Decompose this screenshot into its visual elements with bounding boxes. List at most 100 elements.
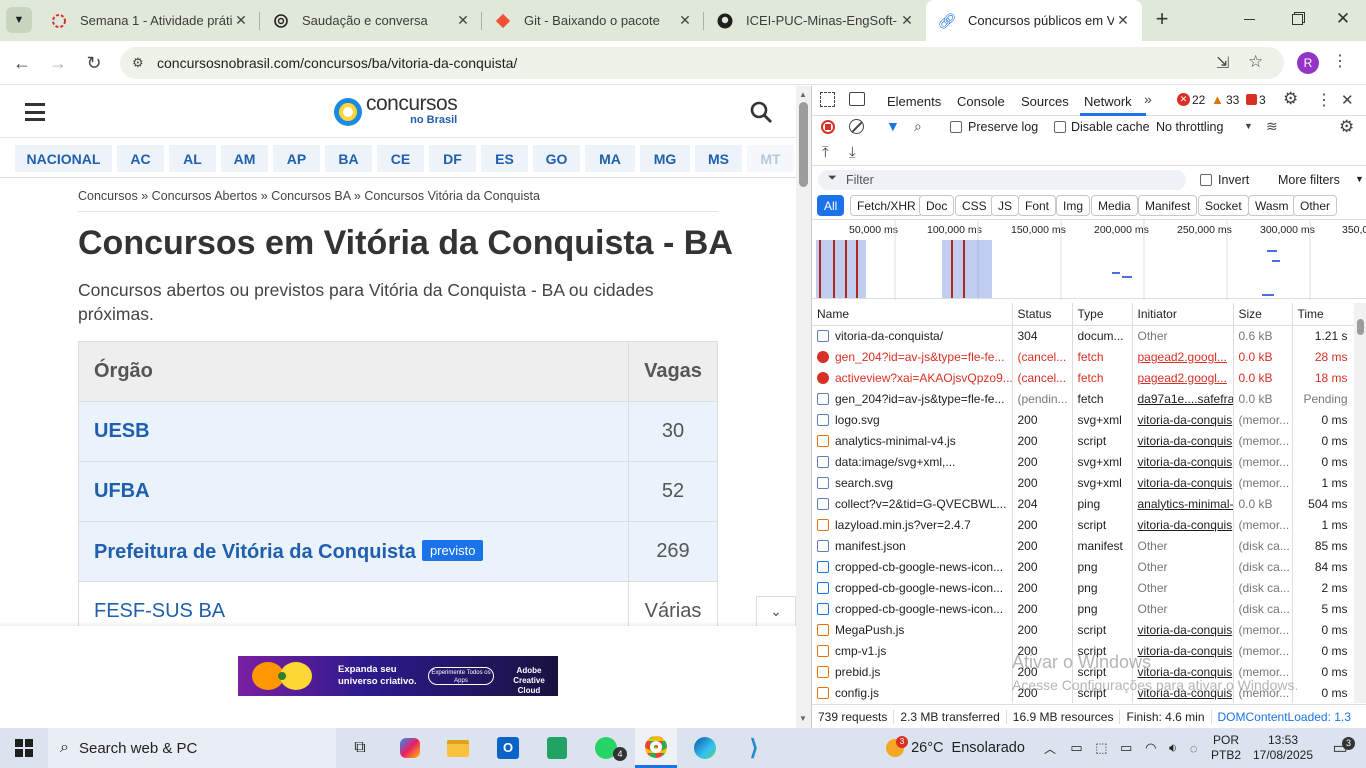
device-icon[interactable]: ⬚	[1095, 740, 1107, 756]
reload-button[interactable]: ↻	[80, 49, 108, 77]
filter-doc[interactable]: Doc	[919, 195, 955, 216]
table-row[interactable]: activeview?xai=AKAOjsvQpzo9... (cancel...…	[812, 367, 1355, 388]
tab-3[interactable]: Git - Baixando o pacote ✕	[482, 0, 704, 41]
table-row[interactable]: manifest.json 200 manifest Other (disk ca...…	[812, 535, 1355, 556]
scrollbar-thumb[interactable]	[799, 102, 808, 187]
device-toolbar-icon[interactable]	[849, 92, 865, 106]
network-settings-icon[interactable]: ⚙︎	[1339, 117, 1354, 137]
request-name[interactable]: gen_204?id=av-js&type=fle-fe...	[812, 346, 1013, 367]
filter-img[interactable]: Img	[1056, 195, 1091, 216]
request-name[interactable]: manifest.json	[812, 535, 1013, 556]
request-initiator[interactable]: Other	[1132, 556, 1234, 577]
weather-icon[interactable]: 3	[880, 728, 910, 768]
table-row[interactable]: data:image/svg+xml,... 200 svg+xml vitoria-…	[812, 451, 1355, 472]
state-go[interactable]: GO	[533, 145, 580, 172]
wifi-icon[interactable]: ◠	[1145, 740, 1156, 756]
back-button[interactable]: ←	[8, 49, 36, 77]
orgao-link-uesb[interactable]: UESB	[94, 420, 150, 442]
minimize-button[interactable]	[1236, 12, 1262, 28]
close-icon[interactable]: ✕	[454, 12, 472, 29]
close-icon[interactable]: ✕	[1114, 12, 1132, 29]
state-ms[interactable]: MS	[695, 145, 742, 172]
tab-search-button[interactable]: ▼	[6, 7, 32, 33]
task-view-icon[interactable]: ⧉	[340, 728, 380, 768]
filter-all[interactable]: All	[817, 195, 845, 216]
request-initiator[interactable]: vitoria-da-conquis	[1132, 619, 1234, 640]
tab-network[interactable]: Network	[1084, 94, 1132, 109]
table-row[interactable]: UESB 30	[78, 401, 718, 462]
table-row[interactable]: analytics-minimal-v4.js 200 script vitoria-…	[812, 430, 1355, 451]
tab-console[interactable]: Console	[957, 94, 1005, 109]
table-row[interactable]: collect?v=2&tid=G-QVECBWL... 204 ping analy…	[812, 493, 1355, 514]
collapse-ad-button[interactable]: ⌄	[756, 596, 796, 626]
filter-css[interactable]: CSS	[955, 195, 994, 216]
table-row[interactable]: gen_204?id=av-js&type=fle-fe... (cancel..…	[812, 346, 1355, 367]
tray-icons[interactable]: ▭ ⬚ ▭ ◠ 🔉︎ ◌	[1064, 728, 1204, 768]
request-initiator[interactable]: Other	[1132, 598, 1234, 619]
col-name[interactable]: Name	[812, 303, 1013, 326]
table-row[interactable]: cropped-cb-google-news-icon... 200 png Othe…	[812, 556, 1355, 577]
breadcrumb-abertos[interactable]: Concursos Abertos	[152, 189, 258, 203]
state-ce[interactable]: CE	[377, 145, 424, 172]
orgao-link-prefeitura[interactable]: Prefeitura de Vitória da Conquista	[94, 541, 416, 563]
filter-wasm[interactable]: Wasm	[1248, 195, 1296, 216]
ad-cta-button[interactable]: Experimente Todos os Apps	[428, 667, 494, 685]
filter-socket[interactable]: Socket	[1198, 195, 1249, 216]
install-app-icon[interactable]: ⇲	[1216, 53, 1229, 73]
forward-button[interactable]: →	[44, 49, 72, 77]
col-initiator[interactable]: Initiator	[1132, 303, 1234, 326]
state-ap[interactable]: AP	[273, 145, 320, 172]
request-initiator[interactable]: Other	[1132, 577, 1234, 598]
scroll-down-icon[interactable]: ▼	[799, 714, 807, 723]
request-initiator[interactable]: pagead2.googl...	[1132, 367, 1234, 388]
scrollbar-thumb[interactable]	[1357, 319, 1364, 335]
disable-cache-checkbox[interactable]	[1054, 121, 1066, 133]
breadcrumb-ba[interactable]: Concursos BA	[271, 189, 350, 203]
invert-checkbox[interactable]	[1200, 174, 1212, 186]
request-name[interactable]: activeview?xai=AKAOjsvQpzo9...	[812, 367, 1013, 388]
show-hidden-icons-icon[interactable]: ︿	[1040, 728, 1060, 768]
record-stop-icon[interactable]	[821, 120, 835, 134]
request-name[interactable]: prebid.js	[812, 661, 1013, 682]
request-initiator[interactable]: vitoria-da-conquis	[1132, 451, 1234, 472]
request-initiator[interactable]: vitoria-da-conquis	[1132, 409, 1234, 430]
tab-2[interactable]: Saudação e conversa ✕	[260, 0, 482, 41]
state-ma[interactable]: MA	[585, 145, 635, 172]
request-initiator[interactable]: vitoria-da-conquis	[1132, 514, 1234, 535]
orgao-link-fesf[interactable]: FESF-SUS BA	[94, 600, 225, 622]
filter-manifest[interactable]: Manifest	[1138, 195, 1198, 216]
new-tab-button[interactable]: +	[1150, 8, 1174, 32]
settings-gear-icon[interactable]: ⚙︎	[1283, 89, 1298, 109]
whatsapp-icon[interactable]: 4	[586, 728, 627, 768]
clear-icon[interactable]	[849, 119, 864, 134]
state-ba[interactable]: BA	[325, 145, 372, 172]
inspect-element-icon[interactable]	[820, 92, 835, 107]
table-row[interactable]: Prefeitura de Vitória da Conquista previs…	[78, 521, 718, 582]
preserve-log-checkbox[interactable]	[950, 121, 962, 133]
tab-1[interactable]: Semana 1 - Atividade prática ✕	[38, 0, 260, 41]
page-scrollbar[interactable]: ▲ ▼	[796, 86, 811, 728]
request-name[interactable]: MegaPush.js	[812, 619, 1013, 640]
browser-menu-icon[interactable]: ⋮	[1332, 51, 1348, 71]
onedrive-icon[interactable]: ◌	[1190, 741, 1198, 756]
request-name[interactable]: search.svg	[812, 472, 1013, 493]
filter-funnel-icon[interactable]: ▼	[886, 118, 900, 134]
warning-icon[interactable]: ▲	[1211, 92, 1224, 107]
tab-4[interactable]: ICEI-PUC-Minas-EngSoft-DIW ✕	[704, 0, 926, 41]
request-name[interactable]: cropped-cb-google-news-icon...	[812, 577, 1013, 598]
bookmark-star-icon[interactable]: ☆	[1248, 52, 1263, 72]
request-name[interactable]: cropped-cb-google-news-icon...	[812, 556, 1013, 577]
state-al[interactable]: AL	[169, 145, 216, 172]
outlook-icon[interactable]: O	[488, 728, 528, 768]
more-filters-button[interactable]: More filters	[1278, 173, 1340, 187]
request-name[interactable]: gen_204?id=av-js&type=fle-fe...	[812, 388, 1013, 409]
battery-icon[interactable]: ▭	[1120, 740, 1132, 756]
tab-5-active[interactable]: 🔗︎ Concursos públicos em Vitória ✕	[926, 0, 1142, 41]
filter-font[interactable]: Font	[1018, 195, 1057, 216]
issues-icon[interactable]	[1246, 94, 1257, 105]
more-tabs-icon[interactable]: »	[1144, 91, 1152, 107]
state-nacional[interactable]: NACIONAL	[15, 145, 112, 172]
state-mt[interactable]: MT	[747, 145, 794, 172]
edge-icon[interactable]	[685, 728, 725, 768]
throttling-select[interactable]: No throttling	[1156, 120, 1223, 134]
